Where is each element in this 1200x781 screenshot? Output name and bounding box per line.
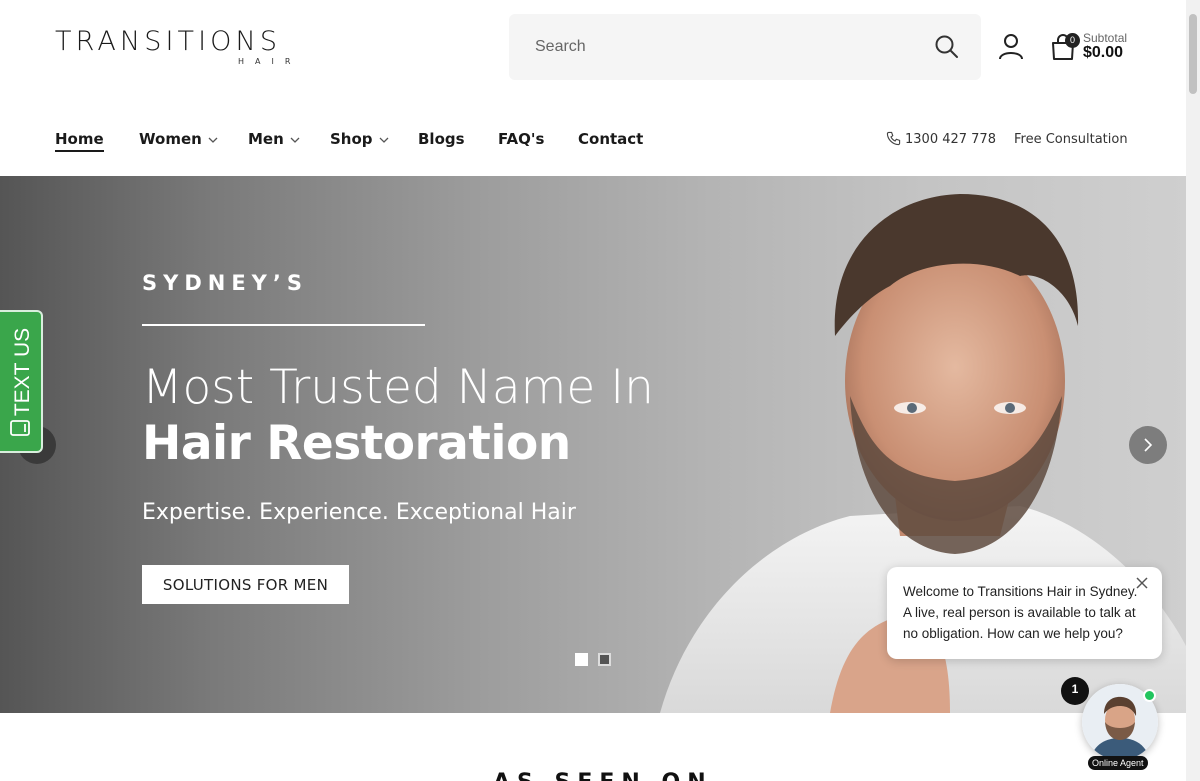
unread-count-badge[interactable]: 1: [1061, 677, 1089, 705]
nav-item-home[interactable]: Home: [55, 128, 104, 152]
logo-subtitle: HAIR: [238, 57, 302, 66]
close-icon[interactable]: [1134, 575, 1150, 591]
nav-label: Contact: [578, 130, 644, 148]
nav-label: FAQ's: [498, 130, 545, 148]
nav-item-men[interactable]: Men: [248, 128, 300, 152]
nav-item-women[interactable]: Women: [139, 128, 218, 152]
search-icon[interactable]: [934, 34, 960, 60]
nav-label: Shop: [330, 130, 373, 148]
nav-label: Men: [248, 130, 284, 148]
site-header: TRANSITIONS HAIR 0 Subtotal $0.00 Home W…: [0, 0, 1186, 176]
subtotal-value: $0.00: [1083, 44, 1124, 61]
chevron-right-icon: [1144, 438, 1153, 452]
hero-headline-bold: Hair Restoration: [142, 416, 571, 471]
slider-dot-1[interactable]: [575, 653, 588, 666]
hero-tagline: Expertise. Experience. Exceptional Hair: [142, 500, 576, 525]
hero-kicker: SYDNEY’S: [142, 271, 308, 295]
mobile-phone-icon: [10, 420, 30, 436]
nav-item-shop[interactable]: Shop: [330, 128, 389, 152]
scrollbar-thumb[interactable]: [1189, 14, 1197, 94]
nav-label: Home: [55, 130, 104, 152]
nav-label: Women: [139, 130, 202, 148]
text-us-label: TEXT US: [11, 327, 34, 417]
phone-icon: [886, 131, 901, 146]
online-status-indicator: [1143, 689, 1156, 702]
slider-dot-2[interactable]: [598, 653, 611, 666]
search-bar: [509, 14, 981, 80]
chat-welcome-bubble[interactable]: Welcome to Transitions Hair in Sydney. A…: [887, 567, 1162, 659]
hero-headline-light: Most Trusted Name In: [142, 360, 654, 415]
nav-item-blogs[interactable]: Blogs: [418, 128, 465, 152]
chevron-down-icon: [379, 137, 388, 143]
phone-number: 1300 427 778: [905, 132, 996, 147]
cart-count-badge: 0: [1065, 33, 1080, 48]
chevron-down-icon: [208, 137, 218, 143]
page-scrollbar[interactable]: [1186, 0, 1200, 781]
site-logo[interactable]: TRANSITIONS HAIR: [55, 26, 295, 70]
online-agent-label: Online Agent: [1088, 756, 1148, 770]
nav-item-contact[interactable]: Contact: [578, 128, 643, 152]
user-icon[interactable]: [998, 33, 1024, 61]
phone-link[interactable]: 1300 427 778: [886, 130, 996, 150]
solutions-for-men-button[interactable]: SOLUTIONS FOR MEN: [142, 565, 349, 604]
text-us-tab[interactable]: TEXT US: [0, 310, 43, 453]
slider-next-button[interactable]: [1129, 426, 1167, 464]
chat-message: Welcome to Transitions Hair in Sydney. A…: [903, 584, 1138, 641]
nav-label: Blogs: [418, 130, 465, 148]
free-consultation-link[interactable]: Free Consultation: [1014, 130, 1128, 150]
chevron-down-icon: [290, 137, 300, 143]
cart-button[interactable]: 0 Subtotal $0.00: [1050, 30, 1140, 66]
nav-item-faqs[interactable]: FAQ's: [498, 128, 544, 152]
hero-divider: [142, 324, 425, 326]
logo-wordmark: TRANSITIONS: [55, 26, 282, 57]
search-input[interactable]: [509, 14, 919, 80]
as-seen-on-heading: AS SEEN ON: [493, 770, 713, 781]
